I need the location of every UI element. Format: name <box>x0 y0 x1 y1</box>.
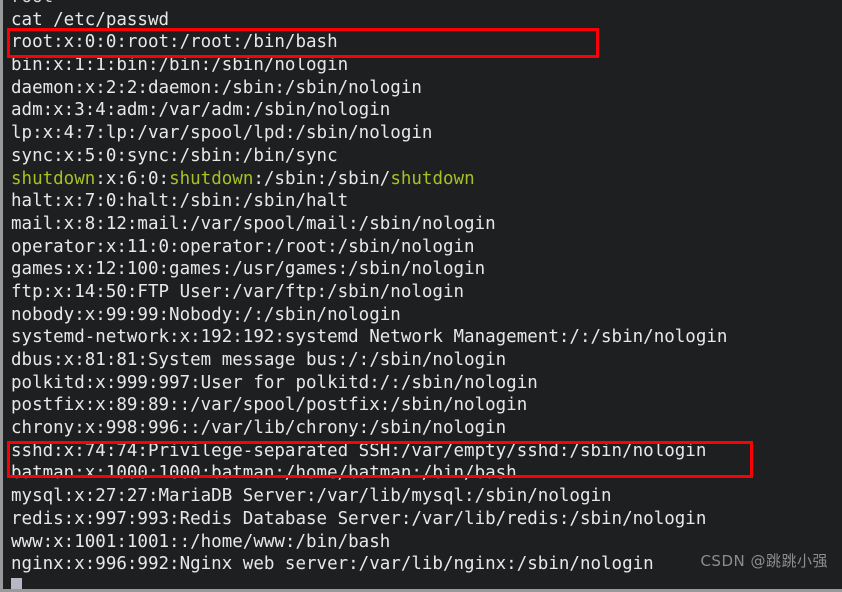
terminal-line-ftp: ftp:x:14:50:FTP User:/var/ftp:/sbin/nolo… <box>11 281 465 302</box>
terminal-line-mail: mail:x:8:12:mail:/var/spool/mail:/sbin/n… <box>11 213 496 234</box>
shutdown-shell-highlight: shutdown <box>390 168 475 189</box>
terminal-screen: root cat /etc/passwd root:x:0:0:root:/ro… <box>3 0 842 589</box>
terminal-line-command: cat /etc/passwd <box>11 9 170 30</box>
shutdown-gecos-highlight: shutdown <box>169 168 254 189</box>
terminal-prompt-line <box>11 576 842 589</box>
shutdown-home-path: :/sbin:/sbin/ <box>253 168 391 189</box>
terminal-line-adm: adm:x:3:4:adm:/var/adm:/sbin/nologin <box>11 100 391 121</box>
terminal-line-root: root:x:0:0:root:/root:/bin/bash <box>11 32 338 53</box>
terminal-line-systemd-network: systemd-network:x:192:192:systemd Networ… <box>11 327 728 348</box>
terminal-line-polkitd: polkitd:x:999:997:User for polkitd:/:/sb… <box>11 372 538 393</box>
shutdown-name-highlight: shutdown <box>11 168 96 189</box>
terminal-line-chrony: chrony:x:998:996::/var/lib/chrony:/sbin/… <box>11 418 507 439</box>
terminal-line-halt: halt:x:7:0:halt:/sbin:/sbin/halt <box>11 191 349 212</box>
terminal-line-batman: batman:x:1000:1000:batman:/home/batman:/… <box>11 463 517 484</box>
terminal-line-postfix: postfix:x:89:89::/var/spool/postfix:/sbi… <box>11 395 528 416</box>
terminal-line-redis: redis:x:997:993:Redis Database Server:/v… <box>11 508 707 529</box>
terminal-line-scrollback-cut: root <box>11 0 842 9</box>
terminal-line-games: games:x:12:100:games:/usr/games:/sbin/no… <box>11 259 486 280</box>
terminal-cursor <box>11 577 22 589</box>
shutdown-uid-gid: :x:6:0: <box>95 168 170 189</box>
terminal-line-lp: lp:x:4:7:lp:/var/spool/lpd:/sbin/nologin <box>11 123 433 144</box>
terminal-line-mysql: mysql:x:27:27:MariaDB Server:/var/lib/my… <box>11 486 612 507</box>
terminal-line-sshd: sshd:x:74:74:Privilege-separated SSH:/va… <box>11 440 707 461</box>
watermark-text: CSDN @跳跳小强 <box>700 552 828 570</box>
terminal-window[interactable]: root cat /etc/passwd root:x:0:0:root:/ro… <box>0 0 842 592</box>
terminal-line-sync: sync:x:5:0:sync:/sbin:/bin/sync <box>11 145 338 166</box>
terminal-line-dbus: dbus:x:81:81:System message bus:/:/sbin/… <box>11 350 507 370</box>
terminal-line-bin: bin:x:1:1:bin:/bin:/sbin/nologin <box>11 55 349 76</box>
terminal-line-operator: operator:x:11:0:operator:/root:/sbin/nol… <box>11 236 475 257</box>
terminal-line-daemon: daemon:x:2:2:daemon:/sbin:/sbin/nologin <box>11 77 422 98</box>
terminal-line-nobody: nobody:x:99:99:Nobody:/:/sbin/nologin <box>11 304 401 325</box>
terminal-line-shutdown: shutdown:x:6:0:shutdown:/sbin:/sbin/shut… <box>11 168 842 191</box>
